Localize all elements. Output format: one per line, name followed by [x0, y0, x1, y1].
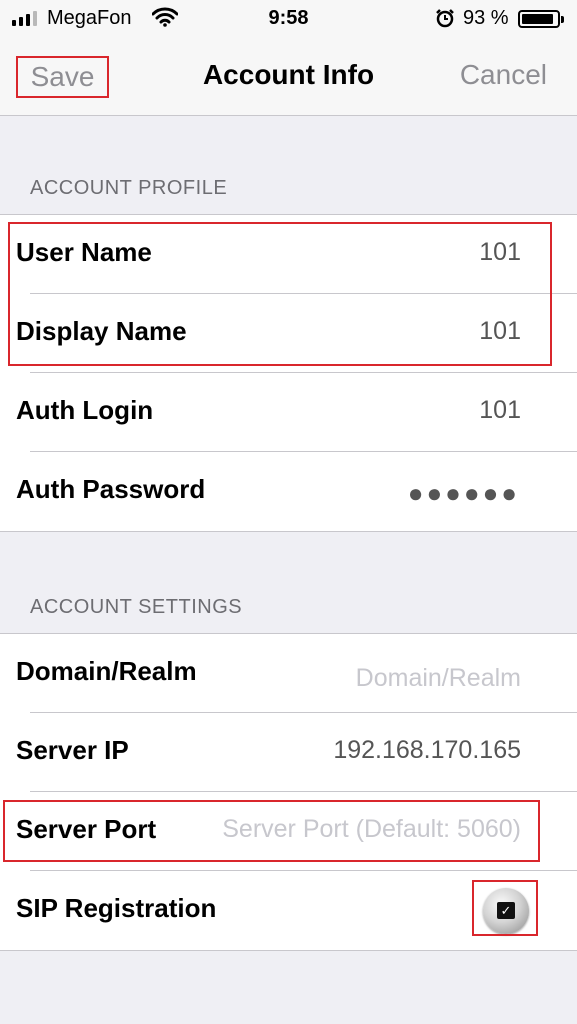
account-profile-group: User Name 101 Display Name 101 Auth Logi…: [0, 214, 577, 532]
auth-login-label: Auth Login: [16, 395, 154, 425]
alarm-icon: [435, 8, 455, 34]
battery-icon: [518, 10, 564, 28]
cancel-button[interactable]: Cancel: [460, 59, 547, 91]
checkmark-icon: ✓: [497, 902, 515, 919]
server-ip-field[interactable]: 192.168.170.165: [333, 736, 521, 765]
auth-login-row[interactable]: Auth Login 101: [0, 373, 577, 452]
auth-password-row[interactable]: Auth Password ●●●●●●: [0, 452, 577, 531]
section-header-account-settings: ACCOUNT SETTINGS: [30, 596, 243, 618]
sip-registration-label: SIP Registration: [16, 893, 217, 923]
server-ip-row[interactable]: Server IP 192.168.170.165: [0, 713, 577, 792]
display-name-row[interactable]: Display Name 101: [0, 294, 577, 373]
server-ip-label: Server IP: [16, 735, 129, 765]
section-header-account-profile: ACCOUNT PROFILE: [30, 177, 228, 199]
auth-login-field[interactable]: 101: [479, 396, 521, 425]
server-port-row[interactable]: Server Port Server Port (Default: 5060): [0, 792, 577, 871]
battery-percent: 93 %: [463, 7, 509, 29]
user-name-label: User Name: [16, 237, 152, 267]
domain-realm-label: Domain/Realm: [16, 656, 197, 686]
user-name-row[interactable]: User Name 101: [0, 215, 577, 294]
navigation-bar: Save Account Info Cancel: [0, 38, 577, 116]
auth-password-field[interactable]: ●●●●●●: [408, 478, 520, 509]
auth-password-label: Auth Password: [16, 474, 206, 504]
status-bar: MegaFon 9:58 93 %: [0, 0, 577, 38]
user-name-field[interactable]: 101: [479, 238, 521, 267]
server-port-field[interactable]: Server Port (Default: 5060): [222, 815, 521, 844]
sip-registration-toggle[interactable]: ✓: [483, 888, 529, 934]
display-name-label: Display Name: [16, 316, 187, 346]
domain-realm-row[interactable]: Domain/Realm Domain/Realm: [0, 634, 577, 713]
display-name-field[interactable]: 101: [479, 317, 521, 346]
domain-realm-field[interactable]: Domain/Realm: [356, 664, 521, 693]
server-port-label: Server Port: [16, 814, 157, 844]
